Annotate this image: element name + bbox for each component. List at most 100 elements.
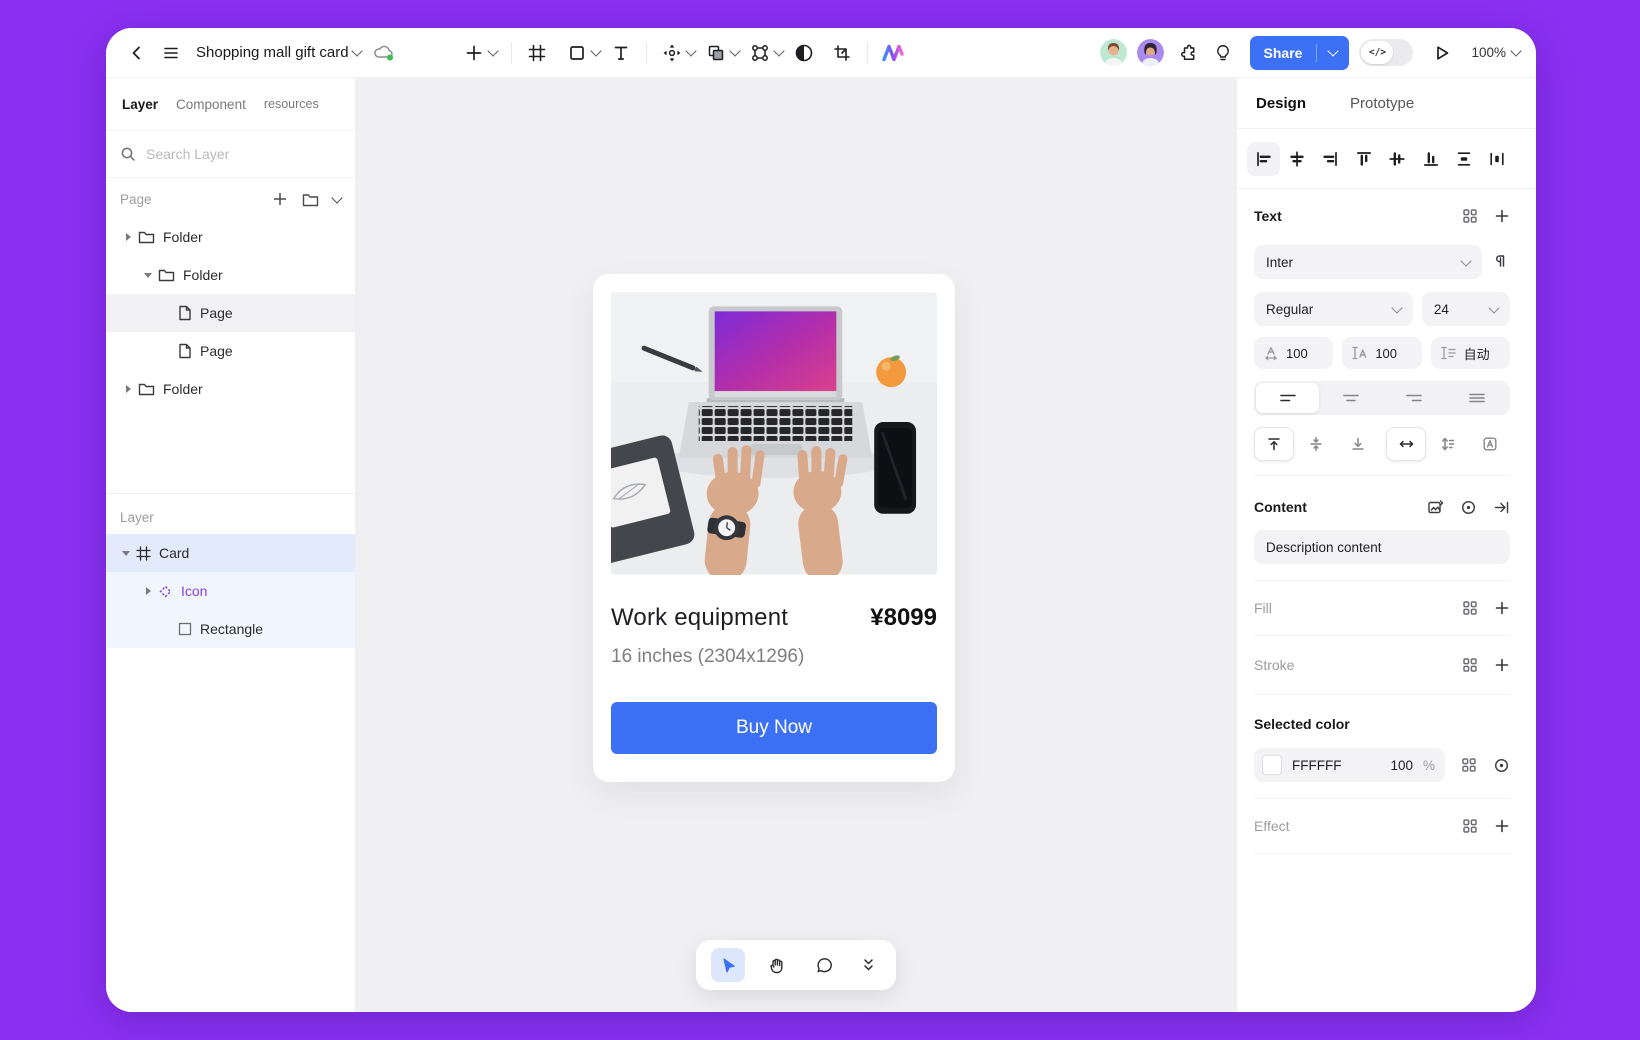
color-swatch[interactable] <box>1262 755 1282 775</box>
product-image[interactable] <box>611 292 937 575</box>
tips-button[interactable] <box>1208 38 1238 68</box>
text-direction-icon[interactable] <box>1492 253 1510 271</box>
line-height-input[interactable]: 100 <box>1342 337 1421 369</box>
tree-row-folder[interactable]: Folder <box>106 370 355 408</box>
product-title[interactable]: Work equipment <box>611 604 788 632</box>
tab-resources[interactable]: resources <box>264 97 319 111</box>
title-chevron-icon[interactable] <box>351 45 362 56</box>
tab-prototype[interactable]: Prototype <box>1350 95 1414 112</box>
design-canvas[interactable]: Work equipment ¥8099 16 inches (2304x129… <box>356 78 1236 1012</box>
collaborator-avatar[interactable] <box>1100 39 1127 66</box>
collapse-toolbar-button[interactable] <box>855 948 881 982</box>
auto-width-button[interactable] <box>1386 427 1426 461</box>
product-card-frame[interactable]: Work equipment ¥8099 16 inches (2304x129… <box>593 274 955 782</box>
color-styles-grid-icon[interactable] <box>1461 757 1477 773</box>
tree-row-page[interactable]: Page <box>106 332 355 370</box>
share-dropdown[interactable] <box>1317 50 1349 55</box>
align-top-button[interactable] <box>1347 142 1380 176</box>
boolean-tool-chevron-icon[interactable] <box>729 45 740 56</box>
present-button[interactable] <box>1427 38 1457 68</box>
select-tool-button[interactable] <box>711 948 745 982</box>
tree-row-page-selected[interactable]: Page <box>106 294 355 332</box>
product-price[interactable]: ¥8099 <box>870 604 937 632</box>
align-bottom-button[interactable] <box>1414 142 1447 176</box>
expand-arrow-icon[interactable] <box>120 233 136 241</box>
fill-styles-grid-icon[interactable] <box>1462 600 1478 616</box>
text-styles-grid-icon[interactable] <box>1462 208 1478 224</box>
font-size-select[interactable]: 24 <box>1422 292 1510 326</box>
color-target-icon[interactable] <box>1493 757 1510 774</box>
comment-tool-button[interactable] <box>807 948 841 982</box>
search-input[interactable] <box>144 145 341 163</box>
text-align-right-button[interactable] <box>1382 383 1445 413</box>
tab-layer[interactable]: Layer <box>122 97 158 112</box>
document-title[interactable]: Shopping mall gift card <box>196 44 349 61</box>
distribute-horizontal-button[interactable] <box>1481 142 1514 176</box>
boolean-tool-button[interactable] <box>701 38 731 68</box>
new-folder-icon[interactable] <box>302 192 319 207</box>
tree-row-folder[interactable]: Folder <box>106 256 355 294</box>
text-align-justify-button[interactable] <box>1445 383 1508 413</box>
insert-tool-button[interactable] <box>459 38 489 68</box>
color-chip[interactable]: FFFFFF 100 % <box>1254 748 1445 782</box>
shape-tool-button[interactable] <box>562 38 592 68</box>
tab-component[interactable]: Component <box>176 97 246 112</box>
collaborator-avatar[interactable] <box>1137 39 1164 66</box>
target-icon[interactable] <box>1460 499 1477 516</box>
align-h-center-button[interactable] <box>1280 142 1313 176</box>
tab-design[interactable]: Design <box>1256 95 1306 112</box>
vector-tool-chevron-icon[interactable] <box>773 45 784 56</box>
dev-mode-toggle[interactable]: </> <box>1359 39 1413 66</box>
layer-row-icon[interactable]: Icon <box>106 572 355 610</box>
hand-tool-button[interactable] <box>759 948 793 982</box>
distribute-vertical-button[interactable] <box>1447 142 1480 176</box>
align-right-button[interactable] <box>1314 142 1347 176</box>
product-subtitle[interactable]: 16 inches (2304x1296) <box>611 646 937 668</box>
move-tool-button[interactable] <box>657 38 687 68</box>
zoom-control[interactable]: 100% <box>1471 45 1520 60</box>
go-to-icon[interactable] <box>1493 499 1510 516</box>
shape-tool-chevron-icon[interactable] <box>590 45 601 56</box>
effect-styles-grid-icon[interactable] <box>1462 818 1478 834</box>
frame-tool-button[interactable] <box>522 38 552 68</box>
plugins-button[interactable] <box>1174 38 1204 68</box>
add-page-icon[interactable] <box>272 191 288 207</box>
add-fill-icon[interactable] <box>1494 600 1510 616</box>
main-menu-button[interactable] <box>156 38 186 68</box>
align-left-button[interactable] <box>1247 142 1280 176</box>
content-text-input[interactable] <box>1254 530 1510 564</box>
auto-height-button[interactable] <box>1428 427 1468 461</box>
add-effect-icon[interactable] <box>1494 818 1510 834</box>
mask-tool-button[interactable] <box>789 38 819 68</box>
text-tool-button[interactable] <box>606 38 636 68</box>
expand-arrow-icon[interactable] <box>140 587 156 595</box>
text-align-center-button[interactable] <box>1319 383 1382 413</box>
collapse-arrow-icon[interactable] <box>140 273 156 278</box>
vector-tool-button[interactable] <box>745 38 775 68</box>
expand-arrow-icon[interactable] <box>120 385 136 393</box>
valign-top-button[interactable] <box>1254 427 1294 461</box>
add-stroke-icon[interactable] <box>1494 657 1510 673</box>
insert-tool-chevron-icon[interactable] <box>487 45 498 56</box>
valign-bottom-button[interactable] <box>1338 427 1378 461</box>
align-v-center-button[interactable] <box>1381 142 1414 176</box>
text-align-left-button[interactable] <box>1256 383 1319 413</box>
add-text-style-icon[interactable] <box>1494 208 1510 224</box>
valign-middle-button[interactable] <box>1296 427 1336 461</box>
layer-row-card[interactable]: Card <box>106 534 355 572</box>
buy-now-button[interactable]: Buy Now <box>611 702 937 754</box>
letter-spacing-input[interactable]: 100 <box>1254 337 1333 369</box>
page-collapse-chevron-icon[interactable] <box>331 192 342 203</box>
back-button[interactable] <box>122 38 152 68</box>
fixed-size-button[interactable] <box>1470 427 1510 461</box>
sync-status[interactable] <box>369 38 399 68</box>
share-button[interactable]: Share <box>1250 36 1350 70</box>
ai-assistant-button[interactable] <box>878 38 908 68</box>
tree-row-folder[interactable]: Folder <box>106 218 355 256</box>
crop-tool-button[interactable] <box>827 38 857 68</box>
font-weight-select[interactable]: Regular <box>1254 292 1413 326</box>
font-family-select[interactable]: Inter <box>1254 245 1482 279</box>
stroke-styles-grid-icon[interactable] <box>1462 657 1478 673</box>
move-tool-chevron-icon[interactable] <box>685 45 696 56</box>
layer-row-rectangle[interactable]: Rectangle <box>106 610 355 648</box>
